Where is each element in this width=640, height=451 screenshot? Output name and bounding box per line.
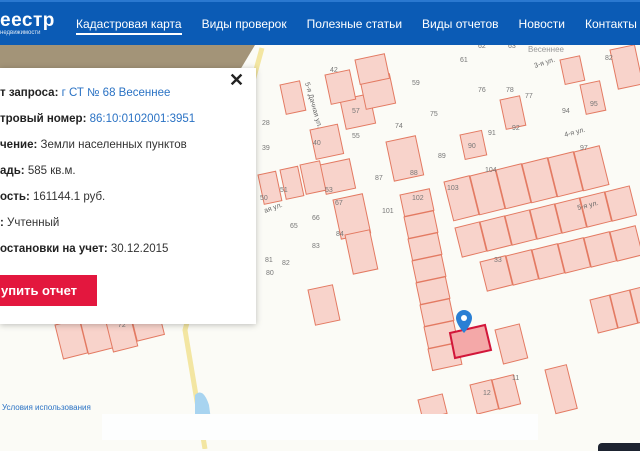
- parcel-number: 103: [447, 185, 459, 192]
- parcel-number: 33: [494, 257, 502, 264]
- parcel-number: 82: [605, 55, 613, 62]
- parcel-number: 61: [460, 57, 468, 64]
- parcel-number: 80: [266, 270, 274, 277]
- parcel-number: 74: [395, 123, 403, 130]
- parcel-number: 101: [382, 208, 394, 215]
- info-value: 30.12.2015: [110, 243, 169, 255]
- info-label: чение:: [0, 139, 38, 151]
- buy-report-button[interactable]: упить отчет: [0, 275, 97, 306]
- info-label: т запроса:: [0, 87, 59, 99]
- parcel-number: 76: [478, 87, 486, 94]
- info-value: 585 кв.м.: [27, 165, 76, 177]
- parcel-number: 55: [352, 133, 360, 140]
- parcel-number: 59: [412, 80, 420, 87]
- parcel-number: 95: [590, 101, 598, 108]
- logo-title: еестр: [0, 10, 55, 31]
- info-row: т запроса: г СТ № 68 Весеннее: [0, 87, 250, 99]
- info-label: :: [0, 217, 4, 229]
- nav-item[interactable]: Полезные статьи: [307, 17, 402, 35]
- parcel-number: 78: [506, 87, 514, 94]
- parcel-number: 51: [280, 187, 288, 194]
- info-row: остановки на учет: 30.12.2015: [0, 243, 250, 255]
- parcel-number: 40: [313, 140, 321, 147]
- nav-item[interactable]: Виды проверок: [202, 17, 287, 35]
- parcel-number: 75: [430, 111, 438, 118]
- nav-item[interactable]: Кадастровая карта: [76, 17, 182, 35]
- parcel-number: 91: [488, 130, 496, 137]
- street-label: Весеннее: [528, 45, 565, 54]
- parcel-number: 83: [312, 243, 320, 250]
- info-row: : Учтенный: [0, 217, 250, 229]
- parcel-number: 66: [312, 215, 320, 222]
- info-label: адь:: [0, 165, 25, 177]
- nav-item[interactable]: Виды отчетов: [422, 17, 499, 35]
- terms-of-use-link[interactable]: Условия использования: [2, 403, 91, 412]
- parcel-number: 89: [438, 153, 446, 160]
- parcel-number: 82: [282, 260, 290, 267]
- info-value: Учтенный: [7, 217, 60, 229]
- parcel-number: 42: [330, 67, 338, 74]
- parcel-number: 90: [468, 143, 476, 150]
- parcel-number: 87: [375, 175, 383, 182]
- parcel-info-popup: ✕ т запроса: г СТ № 68 Весеннее тровый но…: [0, 68, 256, 324]
- parcel-number: 57: [352, 108, 360, 115]
- info-row: ость: 161144.1 руб.: [0, 191, 250, 203]
- logo[interactable]: еестр недвижимости: [0, 10, 55, 36]
- nav-item[interactable]: Новости: [519, 17, 565, 35]
- parcel-number: 104: [485, 167, 497, 174]
- map-bottom-panel: [102, 414, 538, 440]
- parcel-number: 39: [262, 145, 270, 152]
- parcel-number: 88: [410, 170, 418, 177]
- parcel-number: 28: [262, 120, 270, 127]
- parcel-number: 11: [512, 375, 519, 382]
- parcel-number: 65: [290, 223, 298, 230]
- info-row: тровый номер: 86:10:0102001:3951: [0, 113, 250, 125]
- parcel-number: 97: [580, 145, 588, 152]
- info-value: Земли населенных пунктов: [40, 139, 187, 151]
- logo-subtitle: недвижимости: [0, 30, 41, 36]
- parcel-number: 92: [512, 125, 520, 132]
- info-row: чение: Земли населенных пунктов: [0, 139, 250, 151]
- info-label: ость:: [0, 191, 30, 203]
- nav-item[interactable]: Контакты: [585, 17, 637, 35]
- corner-widget[interactable]: [598, 443, 640, 451]
- parcel-number: 94: [562, 108, 570, 115]
- top-nav: еестр недвижимости Кадастровая карта Виды…: [0, 0, 640, 45]
- parcel-number: 77: [525, 93, 533, 100]
- info-value[interactable]: г СТ № 68 Весеннее: [62, 87, 171, 99]
- parcel-number: 50: [260, 195, 268, 202]
- info-value[interactable]: 86:10:0102001:3951: [90, 113, 196, 125]
- parcel-number: 53: [325, 187, 333, 194]
- info-label: остановки на учет:: [0, 243, 108, 255]
- parcel-number: 67: [335, 200, 343, 207]
- info-value: 161144.1 руб.: [33, 191, 106, 203]
- info-label: тровый номер:: [0, 113, 87, 125]
- parcel-number: 81: [265, 257, 273, 264]
- parcel-number: 102: [412, 195, 424, 202]
- parcel-number: 12: [483, 390, 491, 397]
- parcel-number: 84: [336, 231, 344, 238]
- info-row: адь: 585 кв.м.: [0, 165, 250, 177]
